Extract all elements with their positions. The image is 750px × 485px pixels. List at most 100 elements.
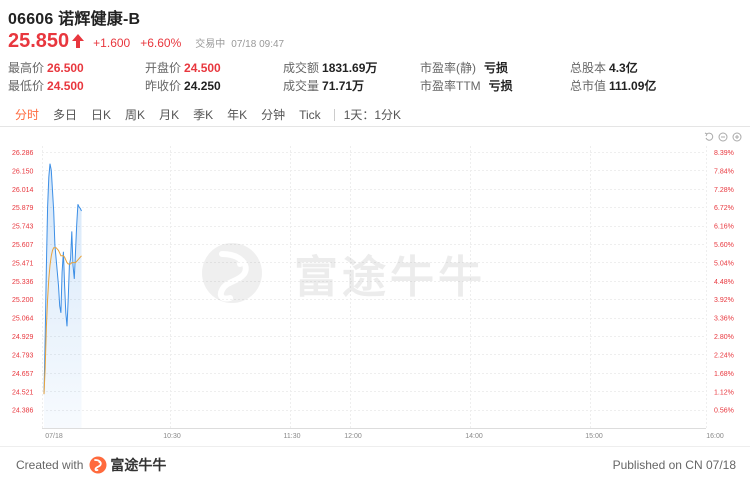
pct-tick-label: 6.72% xyxy=(714,205,734,212)
x-tick-label: 16:00 xyxy=(706,433,724,440)
trading-datetime: 07/18 09:47 xyxy=(231,39,285,50)
stat-low: 最低价 24.500 xyxy=(8,77,84,95)
pct-tick-label: 2.24% xyxy=(714,352,734,359)
y-tick-label: 25.471 xyxy=(12,260,34,267)
stat-volume-value: 71.71万 xyxy=(322,79,365,93)
stats-panel: 最高价 26.500 最低价 24.500 开盘价 24.500 昨收价 24.250 … xyxy=(8,59,742,95)
x-axis-time: 07/18 10:30 11:30 12:00 14:00 15:00 16:00 xyxy=(45,433,724,440)
pct-tick-label: 5.04% xyxy=(714,260,734,267)
stat-turnover-value: 1831.69万 xyxy=(322,61,378,75)
x-tick-label: 11:30 xyxy=(284,433,301,440)
y-tick-label: 26.150 xyxy=(12,168,34,175)
y-axis-pct: 8.39% 7.84% 7.28% 6.72% 6.16% 5.60% 5.04% 4.48%… xyxy=(714,150,734,415)
x-tick-label: 07/18 xyxy=(45,433,63,440)
y-tick-label: 24.657 xyxy=(12,371,34,378)
tabs-divider-line xyxy=(0,126,750,127)
chart-series xyxy=(43,163,82,428)
stat-shares-value: 4.3亿 xyxy=(609,61,638,75)
footer: Created with 富途牛牛 Published on CN 07/18 xyxy=(16,455,736,475)
stat-open: 开盘价 24.500 xyxy=(145,59,221,77)
stat-pe-static: 市盈率(静) 亏损 xyxy=(420,59,508,77)
tab-quarterly-k[interactable]: 季K xyxy=(186,104,220,126)
tab-tick[interactable]: Tick xyxy=(292,104,328,126)
watermark: 富途牛牛 xyxy=(202,243,486,303)
y-tick-label: 25.336 xyxy=(12,279,34,286)
created-with: Created with 富途牛牛 xyxy=(16,455,166,475)
stat-mktcap: 总市值 111.09亿 xyxy=(570,77,656,95)
period-selector[interactable]: 1天：1分K xyxy=(337,104,408,126)
footer-divider xyxy=(0,446,750,447)
tab-weekly-k[interactable]: 周K xyxy=(118,104,152,126)
published-info: Published on CN 07/18 xyxy=(612,458,736,472)
stat-prev-close-label: 昨收价 xyxy=(145,79,182,93)
trading-status: 交易中 07/18 09:47 xyxy=(195,35,290,50)
y-axis-price: 26.286 26.150 26.014 25.879 25.743 25.607 25.4… xyxy=(12,150,34,415)
pct-tick-label: 3.36% xyxy=(714,316,734,323)
stat-open-label: 开盘价 xyxy=(145,61,182,75)
y-tick-label: 24.793 xyxy=(12,352,34,359)
stat-pe-ttm-label: 市盈率TTM xyxy=(420,79,481,93)
x-tick-label: 14:00 xyxy=(465,433,483,440)
pct-tick-label: 2.80% xyxy=(714,334,734,341)
watermark-logo-icon xyxy=(202,243,262,303)
stock-title: 06606 诺辉健康-B xyxy=(8,11,141,28)
stat-shares-label: 总股本 xyxy=(570,61,607,75)
stat-prev-close-value: 24.250 xyxy=(184,79,221,93)
stat-high-label: 最高价 xyxy=(8,61,45,75)
stat-high: 最高价 26.500 xyxy=(8,59,84,77)
pct-tick-label: 6.16% xyxy=(714,224,734,231)
y-tick-label: 26.286 xyxy=(12,150,34,157)
y-tick-label: 25.064 xyxy=(12,316,34,323)
tab-minute[interactable]: 分钟 xyxy=(254,104,292,126)
stock-header: 06606 诺辉健康-B xyxy=(8,6,742,28)
up-arrow-icon xyxy=(72,34,85,48)
tab-monthly-k[interactable]: 月K xyxy=(152,104,186,126)
y-tick-label: 25.879 xyxy=(12,205,34,212)
pct-tick-label: 0.56% xyxy=(714,408,734,415)
brand-name: 富途牛牛 xyxy=(110,457,167,473)
stat-low-label: 最低价 xyxy=(8,79,45,93)
stat-volume: 成交量 71.71万 xyxy=(283,77,364,95)
pct-tick-label: 1.68% xyxy=(714,371,734,378)
stat-open-value: 24.500 xyxy=(184,61,221,75)
y-tick-label: 25.607 xyxy=(12,242,34,249)
stat-pe-ttm-value: 亏损 xyxy=(488,79,513,93)
brand-link[interactable]: 富途牛牛 xyxy=(89,455,166,475)
x-tick-label: 10:30 xyxy=(163,433,181,440)
stat-prev-close: 昨收价 24.250 xyxy=(145,77,221,95)
pct-tick-label: 7.28% xyxy=(714,187,734,194)
price-row: 25.850 +1.600 +6.60% 交易中 07/18 09:47 xyxy=(8,30,290,53)
y-tick-label: 24.386 xyxy=(12,408,34,415)
tab-intraday[interactable]: 分时 xyxy=(8,104,46,126)
tab-divider xyxy=(333,109,335,121)
price-change-pct: +6.60% xyxy=(140,36,182,50)
x-tick-label: 12:00 xyxy=(344,433,362,440)
x-tick-label: 15:00 xyxy=(585,433,603,440)
stat-pe-static-value: 亏损 xyxy=(484,61,509,75)
stat-mktcap-value: 111.09亿 xyxy=(609,79,657,93)
created-with-label: Created with xyxy=(16,458,84,472)
stat-high-value: 26.500 xyxy=(47,61,84,75)
stat-pe-ttm: 市盈率TTM 亏损 xyxy=(420,77,513,95)
price-change: +1.600 xyxy=(93,36,131,50)
y-tick-label: 24.521 xyxy=(12,389,34,396)
stat-shares: 总股本 4.3亿 xyxy=(570,59,638,77)
tab-multi-day[interactable]: 多日 xyxy=(46,104,84,126)
y-tick-label: 24.929 xyxy=(12,334,34,341)
current-price: 25.850 xyxy=(8,30,70,52)
watermark-text: 富途牛牛 xyxy=(294,253,486,302)
pct-tick-label: 4.48% xyxy=(714,279,734,286)
stat-low-value: 24.500 xyxy=(47,79,84,93)
pct-tick-label: 8.39% xyxy=(714,150,734,157)
pct-tick-label: 3.92% xyxy=(714,297,734,304)
intraday-chart[interactable]: 富途牛牛 26.286 26.150 26.014 25.879 25.743 25.60… xyxy=(0,140,750,440)
stat-pe-static-label: 市盈率(静) xyxy=(420,61,476,75)
stat-mktcap-label: 总市值 xyxy=(570,79,607,93)
trading-status-label: 交易中 xyxy=(195,39,226,50)
y-tick-label: 26.014 xyxy=(12,187,34,194)
tab-daily-k[interactable]: 日K xyxy=(84,104,118,126)
futu-logo-icon xyxy=(89,456,107,474)
tab-yearly-k[interactable]: 年K xyxy=(220,104,254,126)
stat-volume-label: 成交量 xyxy=(283,79,320,93)
y-tick-label: 25.743 xyxy=(12,224,34,231)
